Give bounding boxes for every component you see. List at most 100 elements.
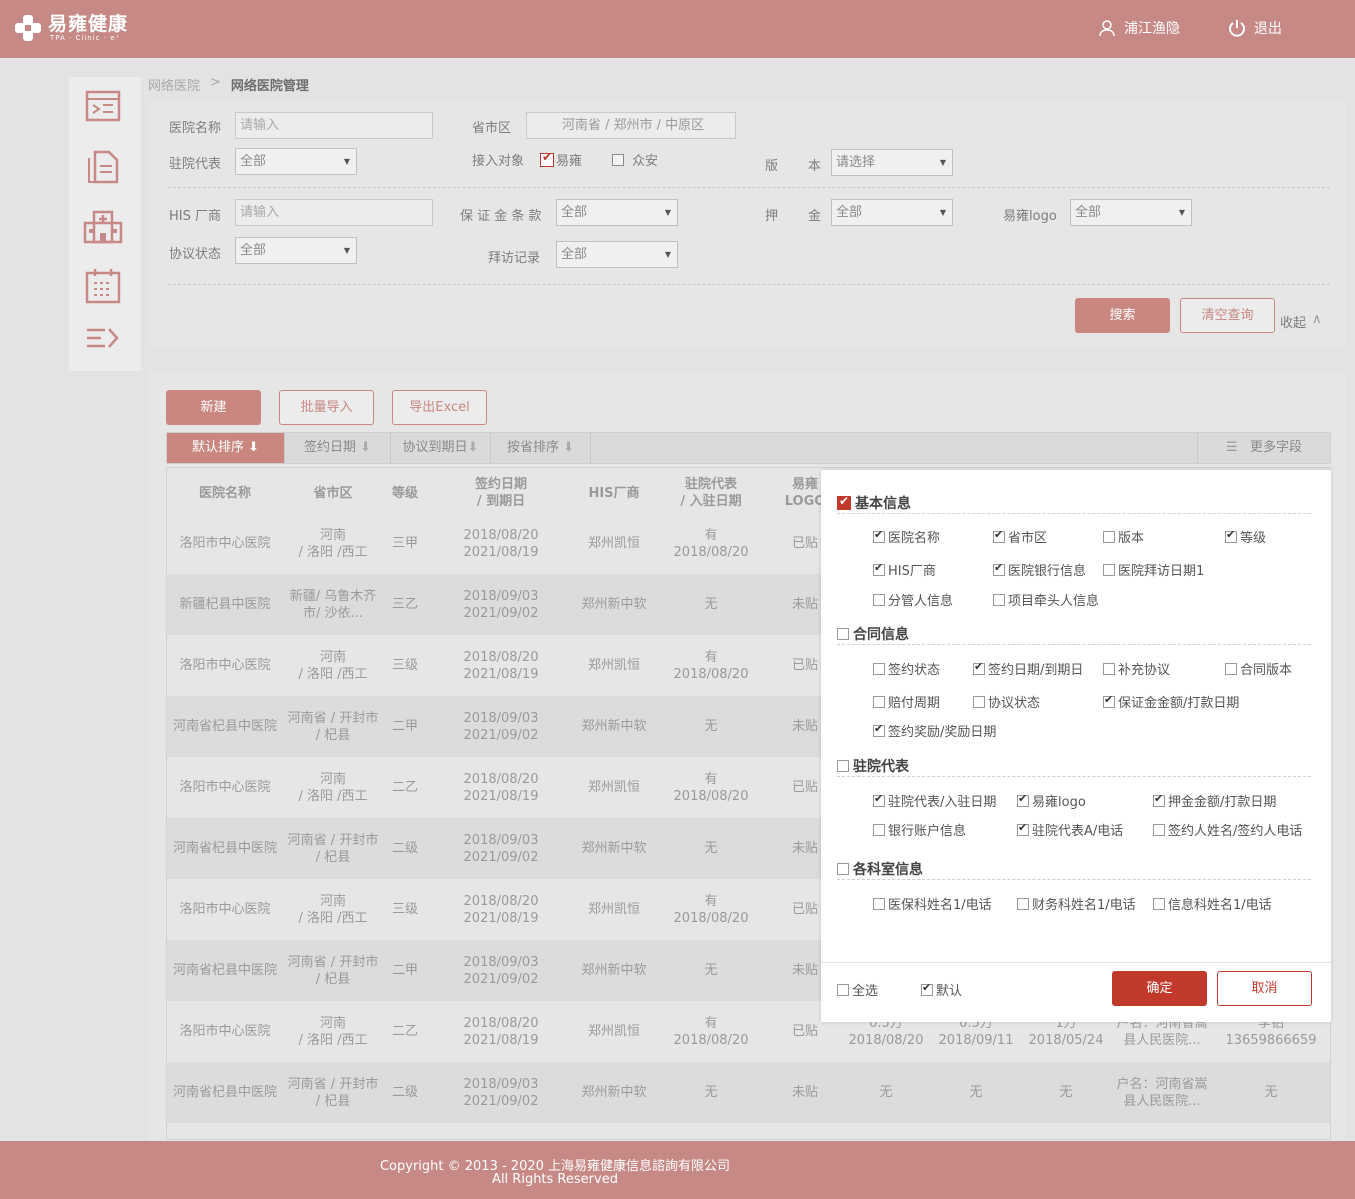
field-option[interactable]: 省市区 bbox=[993, 527, 1047, 546]
checkbox-icon[interactable] bbox=[1153, 897, 1165, 910]
user-menu[interactable]: 浦江渔隐 bbox=[1098, 18, 1180, 38]
checkbox-checked-icon[interactable] bbox=[873, 528, 885, 543]
documents-icon[interactable] bbox=[83, 148, 123, 186]
field-option[interactable]: 医院拜访日期1 bbox=[1103, 560, 1204, 579]
field-option[interactable]: 签约状态 bbox=[873, 659, 940, 678]
rep-select[interactable]: 全部 bbox=[235, 148, 357, 175]
field-option[interactable]: HIS厂商 bbox=[873, 560, 936, 579]
checkbox-icon[interactable] bbox=[1153, 823, 1165, 836]
checkbox-icon[interactable] bbox=[1103, 530, 1115, 543]
his-input[interactable]: 请输入 bbox=[235, 199, 433, 226]
field-option[interactable]: 签约人姓名/签约人电话 bbox=[1153, 820, 1302, 839]
checkbox-icon[interactable] bbox=[1103, 563, 1115, 576]
agreement-select[interactable]: 全部 bbox=[235, 237, 357, 264]
checkbox-checked-icon[interactable] bbox=[993, 561, 1005, 576]
checkbox-checked-icon[interactable] bbox=[873, 722, 885, 737]
sort-sign-date[interactable]: 签约日期 ⬇ bbox=[285, 433, 391, 463]
field-option[interactable]: 押金金额/打款日期 bbox=[1153, 791, 1276, 810]
checkbox-checked-icon[interactable] bbox=[993, 528, 1005, 543]
version-select[interactable]: 请选择 bbox=[831, 149, 953, 176]
claims-icon[interactable] bbox=[83, 87, 123, 125]
field-option[interactable]: 财务科姓名1/电话 bbox=[1017, 894, 1136, 913]
hospital-name-input[interactable]: 请输入 bbox=[235, 112, 433, 139]
section-4-header[interactable]: 各科室信息 bbox=[837, 858, 1311, 880]
section-2-header[interactable]: 合同信息 bbox=[837, 623, 1311, 645]
access-option-yiyong[interactable]: ✔ 易雍 bbox=[540, 150, 582, 169]
checkbox-icon[interactable] bbox=[873, 897, 885, 910]
field-option[interactable]: 版本 bbox=[1103, 527, 1144, 546]
export-excel-button[interactable]: 导出Excel bbox=[392, 390, 487, 425]
new-button[interactable]: 新建 bbox=[166, 390, 261, 425]
section-1-header[interactable]: 基本信息 bbox=[837, 492, 1311, 514]
checkbox-checked-icon[interactable] bbox=[921, 981, 933, 996]
checkbox-checked-icon[interactable]: ✔ bbox=[540, 150, 554, 167]
checkbox-icon[interactable] bbox=[612, 153, 624, 166]
field-option[interactable]: 医保科姓名1/电话 bbox=[873, 894, 992, 913]
field-option[interactable]: 保证金金额/打款日期 bbox=[1103, 692, 1239, 711]
checkbox-icon[interactable] bbox=[873, 662, 885, 675]
field-option[interactable]: 签约日期/到期日 bbox=[973, 659, 1083, 678]
checkbox-checked-icon[interactable] bbox=[1153, 792, 1165, 807]
calendar-list-icon[interactable] bbox=[83, 267, 123, 305]
checkbox-checked-icon[interactable] bbox=[1103, 693, 1115, 708]
breadcrumb-parent[interactable]: 网络医院 bbox=[148, 75, 200, 94]
checkbox-checked-icon[interactable] bbox=[973, 660, 985, 675]
field-option[interactable]: 等级 bbox=[1225, 527, 1266, 546]
hospital-icon[interactable] bbox=[83, 207, 123, 245]
sort-expire-date[interactable]: 协议到期日⬇ bbox=[391, 433, 491, 463]
checkbox-icon[interactable] bbox=[1103, 662, 1115, 675]
access-option-zhongan[interactable]: 众安 bbox=[612, 150, 658, 169]
checkbox-icon[interactable] bbox=[837, 627, 849, 640]
visit-select[interactable]: 全部 bbox=[556, 241, 678, 268]
collapse-toggle[interactable]: 收起 ∧ bbox=[1280, 312, 1322, 331]
sort-default[interactable]: 默认排序 ⬇ bbox=[167, 433, 285, 463]
checkbox-checked-icon[interactable] bbox=[837, 494, 851, 510]
field-option[interactable]: 合同版本 bbox=[1225, 659, 1292, 678]
field-option[interactable]: 赔付周期 bbox=[873, 692, 940, 711]
checkbox-icon[interactable] bbox=[873, 823, 885, 836]
cancel-button[interactable]: 取消 bbox=[1217, 971, 1312, 1006]
field-option[interactable]: 分管人信息 bbox=[873, 590, 953, 609]
search-button[interactable]: 搜索 bbox=[1075, 298, 1170, 333]
section-3-header[interactable]: 驻院代表 bbox=[837, 755, 1311, 777]
checkbox-checked-icon[interactable] bbox=[873, 561, 885, 576]
more-fields-button[interactable]: ☰ 更多字段 bbox=[1197, 433, 1330, 463]
field-option[interactable]: 补充协议 bbox=[1103, 659, 1170, 678]
field-option[interactable]: 驻院代表/入驻日期 bbox=[873, 791, 996, 810]
brand-logo[interactable]: 易雍健康 TPA · Clinic · e⁺ bbox=[12, 10, 128, 46]
checkbox-icon[interactable] bbox=[1225, 662, 1237, 675]
logo-select[interactable]: 全部 bbox=[1070, 199, 1192, 226]
checkbox-checked-icon[interactable] bbox=[873, 792, 885, 807]
field-option[interactable]: 银行账户信息 bbox=[873, 820, 966, 839]
checkbox-icon[interactable] bbox=[837, 862, 849, 875]
default-toggle[interactable]: 默认 bbox=[921, 980, 962, 999]
table-row[interactable]: 河南省杞县中医院 河南省 / 开封市 / 杞县 二级 2018/09/03 2021/… bbox=[167, 1062, 1330, 1123]
clear-button[interactable]: 清空查询 bbox=[1180, 298, 1275, 333]
field-option[interactable]: 签约奖励/奖励日期 bbox=[873, 721, 996, 740]
logout-button[interactable]: 退出 bbox=[1228, 18, 1282, 38]
checkbox-checked-icon[interactable] bbox=[1017, 821, 1029, 836]
checkbox-icon[interactable] bbox=[993, 593, 1005, 606]
field-option[interactable]: 信息科姓名1/电话 bbox=[1153, 894, 1272, 913]
checkbox-checked-icon[interactable] bbox=[1225, 528, 1237, 543]
confirm-button[interactable]: 确定 bbox=[1112, 971, 1207, 1006]
field-option[interactable]: 驻院代表A/电话 bbox=[1017, 820, 1123, 839]
field-option[interactable]: 协议状态 bbox=[973, 692, 1040, 711]
field-option[interactable]: 项目牵头人信息 bbox=[993, 590, 1099, 609]
checkbox-icon[interactable] bbox=[837, 759, 849, 772]
checkbox-icon[interactable] bbox=[873, 593, 885, 606]
field-option[interactable]: 医院名称 bbox=[873, 527, 940, 546]
field-option[interactable]: 易雍logo bbox=[1017, 791, 1086, 810]
region-cascader[interactable]: 河南省 / 郑州市 / 中原区 bbox=[526, 112, 736, 139]
checkbox-icon[interactable] bbox=[1017, 897, 1029, 910]
checkbox-icon[interactable] bbox=[973, 695, 985, 708]
deposit-select[interactable]: 全部 bbox=[831, 199, 953, 226]
sort-province[interactable]: 按省排序 ⬇ bbox=[491, 433, 591, 463]
checkbox-checked-icon[interactable] bbox=[1017, 792, 1029, 807]
checkbox-icon[interactable] bbox=[873, 695, 885, 708]
batch-import-button[interactable]: 批量导入 bbox=[279, 390, 374, 425]
select-all-toggle[interactable]: 全选 bbox=[837, 980, 878, 999]
field-option[interactable]: 医院银行信息 bbox=[993, 560, 1086, 579]
guarantee-select[interactable]: 全部 bbox=[556, 199, 678, 226]
menu-expand-icon[interactable] bbox=[83, 320, 123, 358]
